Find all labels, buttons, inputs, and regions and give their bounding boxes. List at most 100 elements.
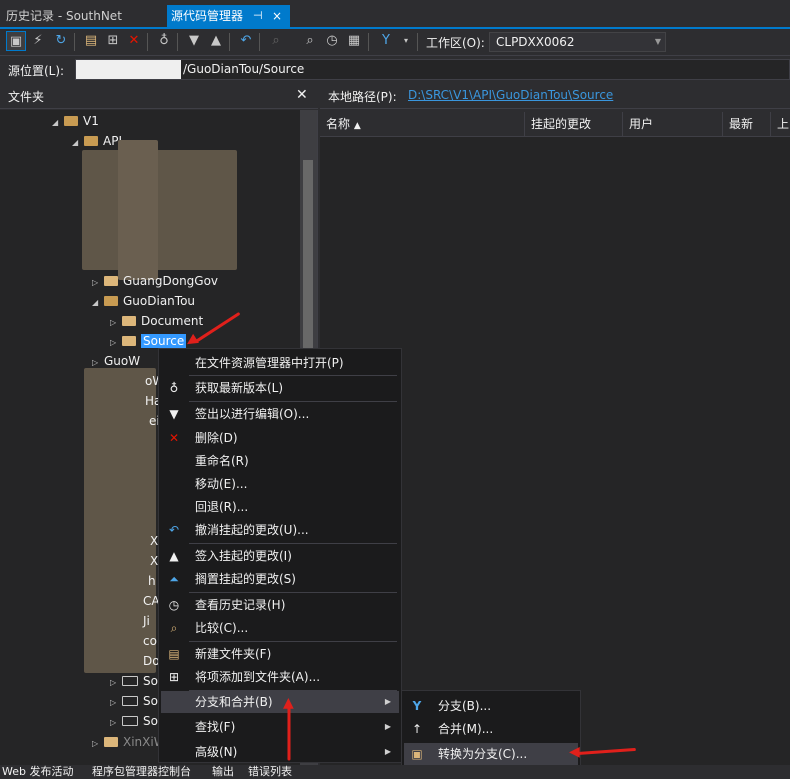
tree-item-api[interactable]: ◢ API bbox=[72, 132, 122, 150]
tree-item-v1[interactable]: ◢ V1 bbox=[52, 112, 99, 130]
tree-item-xinxiw[interactable]: ▷ XinXiW bbox=[92, 733, 166, 751]
branch-icon[interactable]: Y bbox=[376, 31, 396, 51]
menu-delete[interactable]: ✕ 删除(D) bbox=[161, 427, 399, 449]
pin-icon[interactable]: ⊣ bbox=[253, 5, 263, 27]
menu-checkin[interactable]: ▲ 签入挂起的更改(I) bbox=[161, 545, 399, 567]
chevron-down-icon[interactable]: ▾ bbox=[396, 31, 416, 51]
folders-toggle-icon[interactable]: ▣ bbox=[6, 31, 26, 51]
column-latest[interactable]: 最新 bbox=[722, 112, 770, 136]
folder-panel-title: 文件夹 bbox=[8, 90, 45, 104]
menu-branching-merging[interactable]: 分支和合并(B) ▶ bbox=[161, 691, 399, 713]
tree-item-partial[interactable]: co bbox=[143, 632, 157, 650]
refresh-icon[interactable]: ↻ bbox=[51, 31, 71, 51]
menu-convert-to-branch[interactable]: ▣ 转换为分支(C)... bbox=[404, 743, 578, 765]
local-path-bar: 本地路径(P): D:\SRC\V1\API\GuoDianTou\Source bbox=[320, 84, 790, 109]
chevron-down-icon: ▼ bbox=[654, 37, 661, 46]
tree-item-so[interactable]: ▷ So bbox=[110, 692, 158, 710]
annotation-arrow bbox=[287, 704, 291, 761]
file-list-header: 名称 ▲ 挂起的更改 用户 最新 上 bbox=[320, 112, 790, 137]
add-items-icon[interactable]: ⊞ bbox=[103, 31, 123, 51]
delete-icon: ✕ bbox=[168, 431, 180, 445]
submenu-arrow-icon: ▶ bbox=[384, 722, 391, 731]
submenu-arrow-icon: ▶ bbox=[384, 747, 391, 756]
menu-get-latest[interactable]: ♁ 获取最新版本(L) bbox=[161, 377, 399, 399]
menu-checkout[interactable]: ▼ 签出以进行编辑(O)... bbox=[161, 403, 399, 425]
history-icon[interactable]: ◷ bbox=[322, 31, 342, 51]
close-icon[interactable]: ✕ bbox=[296, 87, 308, 103]
document-tab-row: 历史记录 - SouthNet 源代码管理器 ⊣ × bbox=[0, 0, 790, 29]
source-location-path: /GuoDianTou/Source bbox=[183, 62, 305, 76]
menu-advanced[interactable]: 高级(N) ▶ bbox=[161, 741, 399, 763]
status-bar: Web 发布活动 程序包管理器控制台 输出 错误列表 bbox=[0, 765, 790, 779]
workspace-select[interactable]: CLPDXX0062 ▼ bbox=[489, 32, 666, 52]
tree-item-document[interactable]: ▷ Document bbox=[110, 312, 203, 330]
statusbar-error-list[interactable]: 错误列表 bbox=[248, 765, 292, 779]
tab-source-control-explorer[interactable]: 源代码管理器 ⊣ × bbox=[167, 5, 290, 27]
find-icon[interactable]: ⌕ bbox=[300, 31, 320, 51]
submenu-arrow-icon: ▶ bbox=[384, 697, 391, 706]
column-user[interactable]: 用户 bbox=[622, 112, 722, 136]
tree-item-guangdonggov[interactable]: ▷ GuangDongGov bbox=[92, 272, 218, 290]
new-folder-icon: ▤ bbox=[168, 647, 180, 661]
redacted-region bbox=[82, 150, 237, 270]
source-location-label: 源位置(L): bbox=[8, 64, 65, 78]
checkout-icon[interactable]: ▼ bbox=[184, 31, 204, 51]
undo-icon: ↶ bbox=[168, 523, 180, 537]
undo-icon[interactable]: ↶ bbox=[236, 31, 256, 51]
compare-icon: ⌕ bbox=[170, 621, 178, 635]
menu-merge[interactable]: ↑ 合并(M)... bbox=[404, 718, 578, 740]
folder-panel-header: 文件夹 ✕ bbox=[0, 84, 318, 109]
statusbar-package-manager[interactable]: 程序包管理器控制台 bbox=[92, 765, 191, 779]
tree-item-partial[interactable]: X bbox=[150, 552, 158, 570]
menu-view-history[interactable]: ◷ 查看历史记录(H) bbox=[161, 594, 399, 616]
tree-item-so[interactable]: ▷ So bbox=[110, 672, 158, 690]
statusbar-web-publish[interactable]: Web 发布活动 bbox=[2, 765, 73, 779]
toolbar: ▣ ⚡ ↻ ▤ ⊞ ✕ ♁ ▼ ▲ ↶ ⌕ ⌕ ◷ ▦ Y ▾ 工作区(O): … bbox=[0, 29, 790, 56]
arrowhead-icon: ▲ bbox=[283, 695, 294, 711]
column-last[interactable]: 上 bbox=[770, 112, 790, 136]
redacted-region bbox=[118, 140, 158, 280]
add-items-icon: ⊞ bbox=[168, 670, 180, 684]
menu-shelve[interactable]: ⏶ 搁置挂起的更改(S) bbox=[161, 568, 399, 590]
new-folder-icon[interactable]: ▤ bbox=[81, 31, 101, 51]
tree-item-guodiantou[interactable]: ◢ GuoDianTou bbox=[92, 292, 195, 310]
menu-new-folder[interactable]: ▤ 新建文件夹(F) bbox=[161, 643, 399, 665]
close-tab-icon[interactable]: × bbox=[272, 5, 282, 27]
workspace-value: CLPDXX0062 bbox=[496, 35, 575, 49]
tab-history[interactable]: 历史记录 - SouthNet bbox=[0, 5, 128, 27]
statusbar-output[interactable]: 输出 bbox=[212, 765, 234, 779]
history-icon: ◷ bbox=[168, 598, 180, 612]
menu-compare[interactable]: ⌕ 比较(C)... bbox=[161, 617, 399, 639]
checkin-icon: ▲ bbox=[169, 549, 179, 563]
get-latest-icon[interactable]: ♁ bbox=[154, 31, 174, 51]
menu-branch[interactable]: Y 分支(B)... bbox=[404, 695, 578, 717]
get-latest-icon: ♁ bbox=[169, 381, 179, 395]
tree-item-so[interactable]: ▷ So bbox=[110, 712, 158, 730]
annotate-icon[interactable]: ▦ bbox=[344, 31, 364, 51]
menu-rename[interactable]: 重命名(R) bbox=[161, 450, 399, 472]
tree-item-partial[interactable]: Ji bbox=[143, 612, 150, 630]
tree-item-partial[interactable]: X bbox=[150, 532, 158, 550]
tree-item-partial[interactable]: h bbox=[148, 572, 156, 590]
branch-merge-submenu: Y 分支(B)... ↑ 合并(M)... ▣ 转换为分支(C)... bbox=[401, 690, 581, 770]
convert-to-branch-icon: ▣ bbox=[411, 747, 423, 761]
column-pending-change[interactable]: 挂起的更改 bbox=[524, 112, 622, 136]
menu-find[interactable]: 查找(F) ▶ bbox=[161, 716, 399, 738]
menu-rollback[interactable]: 回退(R)... bbox=[161, 496, 399, 518]
branch-icon: Y bbox=[412, 699, 422, 713]
local-path-link[interactable]: D:\SRC\V1\API\GuoDianTou\Source bbox=[408, 88, 613, 102]
menu-move[interactable]: 移动(E)... bbox=[161, 473, 399, 495]
menu-add-items[interactable]: ⊞ 将项添加到文件夹(A)... bbox=[161, 666, 399, 688]
delete-icon[interactable]: ✕ bbox=[124, 31, 144, 51]
checkout-icon: ▼ bbox=[169, 407, 179, 421]
source-location-bar: 源位置(L): /GuoDianTou/Source bbox=[0, 57, 790, 82]
compare-icon[interactable]: ⌕ bbox=[266, 31, 286, 51]
source-location-input[interactable]: /GuoDianTou/Source bbox=[75, 59, 790, 80]
column-name[interactable]: 名称 ▲ bbox=[320, 112, 524, 136]
context-menu: 在文件资源管理器中打开(P) ♁ 获取最新版本(L) ▼ 签出以进行编辑(O)...… bbox=[158, 348, 402, 763]
merge-icon: ↑ bbox=[411, 722, 423, 736]
checkin-icon[interactable]: ▲ bbox=[206, 31, 226, 51]
menu-undo-pending[interactable]: ↶ 撤消挂起的更改(U)... bbox=[161, 519, 399, 541]
menu-open-in-explorer[interactable]: 在文件资源管理器中打开(P) bbox=[161, 352, 399, 374]
disconnect-icon[interactable]: ⚡ bbox=[28, 31, 48, 51]
